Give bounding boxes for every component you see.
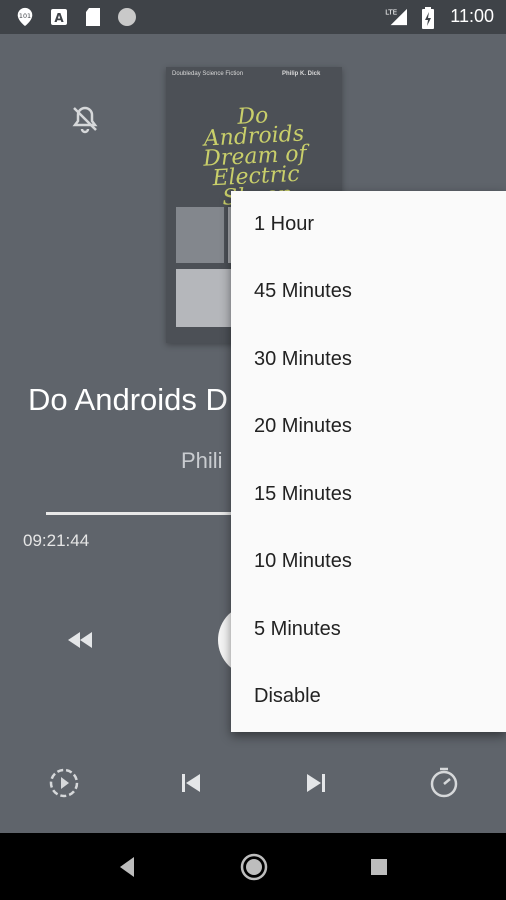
sleep-timer-menu: 1 Hour 45 Minutes 30 Minutes 20 Minutes … bbox=[231, 191, 506, 732]
book-title: Do Androids D bbox=[28, 382, 228, 417]
network-label: LTE bbox=[385, 7, 397, 16]
previous-track-icon[interactable] bbox=[180, 771, 202, 795]
back-icon[interactable] bbox=[116, 855, 138, 879]
a-notification-icon: A bbox=[51, 9, 67, 25]
svg-text:A: A bbox=[54, 11, 64, 25]
battery-charging-icon bbox=[422, 7, 434, 29]
sleep-off-icon[interactable] bbox=[70, 104, 100, 134]
cover-author: Philip K. Dick bbox=[282, 71, 321, 77]
next-track-icon[interactable] bbox=[305, 771, 327, 795]
sleep-timer-icon[interactable] bbox=[428, 767, 460, 799]
menu-item-15-minutes[interactable]: 15 Minutes bbox=[231, 461, 506, 528]
navigation-bar bbox=[0, 833, 506, 900]
menu-item-5-minutes[interactable]: 5 Minutes bbox=[231, 596, 506, 663]
menu-item-45-minutes[interactable]: 45 Minutes bbox=[231, 258, 506, 325]
playback-speed-icon[interactable] bbox=[48, 767, 80, 799]
sd-card-icon bbox=[86, 8, 100, 26]
menu-item-1-hour[interactable]: 1 Hour bbox=[231, 191, 506, 258]
audiobook-app-icon: 101 bbox=[17, 7, 33, 27]
menu-item-10-minutes[interactable]: 10 Minutes bbox=[231, 528, 506, 595]
clock: 11:00 bbox=[450, 6, 494, 26]
recents-icon[interactable] bbox=[370, 858, 388, 876]
progress-fill bbox=[46, 512, 235, 515]
home-icon[interactable] bbox=[239, 852, 269, 882]
cover-publisher: Doubleday Science Fiction bbox=[172, 71, 244, 77]
record-icon bbox=[118, 8, 136, 26]
status-bar: 101 A LTE 11:00 bbox=[0, 0, 506, 34]
signal-icon: LTE bbox=[385, 7, 407, 26]
menu-item-disable[interactable]: Disable bbox=[231, 663, 506, 730]
menu-item-30-minutes[interactable]: 30 Minutes bbox=[231, 326, 506, 393]
menu-item-20-minutes[interactable]: 20 Minutes bbox=[231, 393, 506, 460]
book-author: Phili bbox=[181, 448, 223, 473]
rewind-icon[interactable] bbox=[66, 630, 94, 650]
elapsed-time: 09:21:44 bbox=[23, 531, 90, 550]
svg-text:101: 101 bbox=[19, 13, 31, 20]
